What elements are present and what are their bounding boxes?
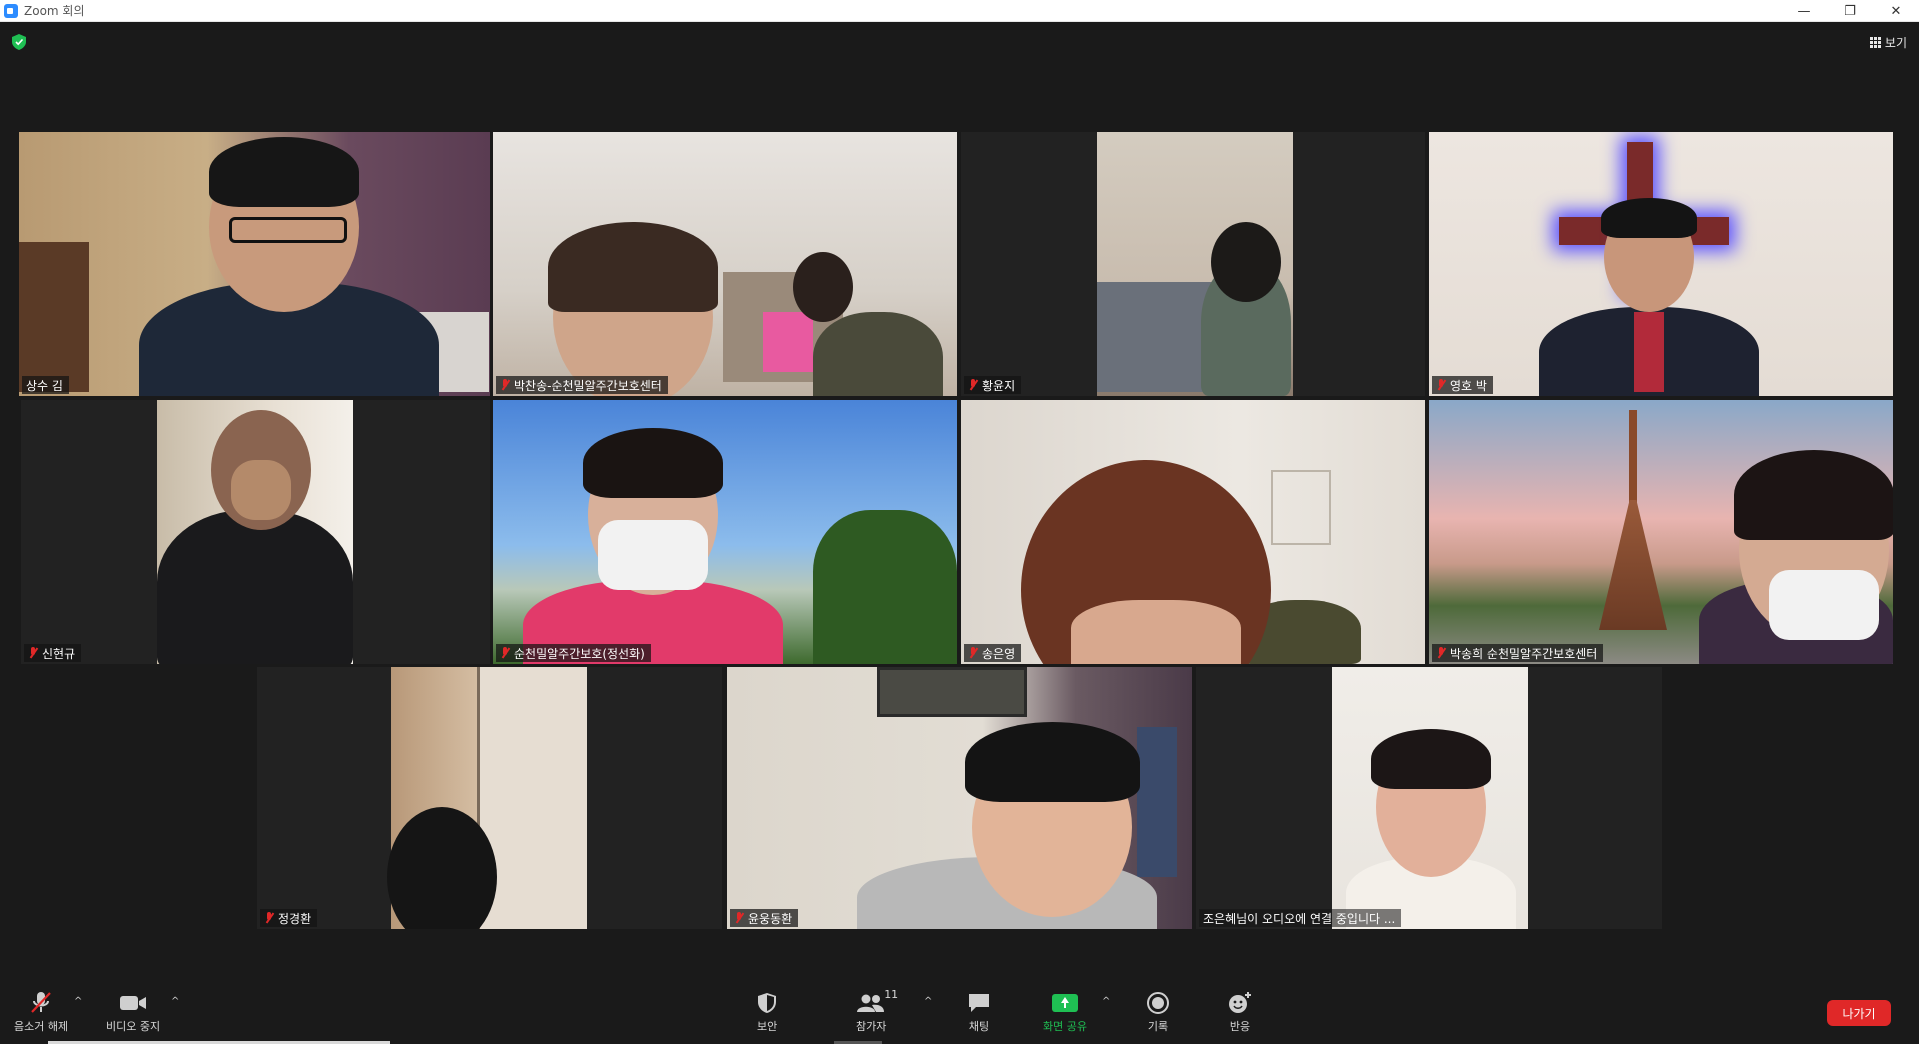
zoom-app-icon: [4, 3, 18, 18]
video-tile-park-chansong[interactable]: 박찬송-순천밀알주간보호센터: [493, 132, 957, 396]
security-shield-icon: [758, 993, 777, 1013]
video-tile-jeong-gyeonghwan[interactable]: 정경환: [257, 667, 722, 929]
share-options-caret-icon[interactable]: ^: [1102, 996, 1110, 1007]
zoom-meeting-window: Zoom 회의 — ❐ ✕ 보기 상수 김 박찬송-순천밀알주간보호센터 황윤지…: [0, 0, 1919, 1044]
video-camera-icon: [120, 996, 147, 1010]
unmute-label: 음소거 해제: [14, 1020, 69, 1033]
video-tile-song-eunyoung[interactable]: 송은영: [961, 400, 1425, 664]
leave-button[interactable]: 나가기: [1827, 1000, 1891, 1026]
share-screen-button[interactable]: 화면 공유: [1043, 990, 1087, 1034]
window-controls: — ❐ ✕: [1781, 0, 1919, 22]
participants-label: 참가자: [856, 1020, 887, 1033]
participant-name-label: 박찬송-순천밀알주간보호센터: [496, 376, 668, 394]
view-label: 보기: [1884, 35, 1907, 50]
unmute-button[interactable]: 음소거 해제: [14, 990, 68, 1034]
muted-mic-icon: [1436, 647, 1446, 659]
participants-count: 11: [884, 988, 899, 1001]
close-button[interactable]: ✕: [1873, 0, 1919, 22]
video-tile-shin-hyungyu[interactable]: 신현규: [21, 400, 490, 664]
reactions-smiley-icon: [1229, 992, 1251, 1013]
muted-mic-icon: [500, 647, 510, 659]
participant-name-label: 송은영: [964, 644, 1022, 662]
title-bar: Zoom 회의 — ❐ ✕: [0, 0, 1919, 22]
minimize-button[interactable]: —: [1781, 0, 1827, 22]
audio-options-caret-icon[interactable]: ^: [74, 996, 82, 1007]
video-options-caret-icon[interactable]: ^: [171, 996, 179, 1007]
reactions-button[interactable]: 반응: [1227, 990, 1253, 1034]
security-label: 보안: [757, 1020, 778, 1033]
participant-name-label: 조은혜님이 오디오에 연결 중입니다 ...: [1199, 909, 1402, 927]
share-screen-icon: [1051, 994, 1078, 1012]
muted-mic-icon: [1436, 379, 1446, 391]
participant-name-label: 순천밀알주간보호(정선화): [496, 644, 651, 662]
participant-name-label: 박송희 순천밀알주간보호센터: [1432, 644, 1604, 662]
meeting-toolbar: 음소거 해제 ^ 비디오 중지 ^ 보안 11 참가자 ^ 채팅 화면 공유 ^…: [0, 978, 1919, 1044]
record-label: 기록: [1147, 1020, 1169, 1033]
chat-label: 채팅: [968, 1020, 990, 1033]
participant-name-label: 정경환: [260, 909, 318, 927]
stop-video-label: 비디오 중지: [106, 1020, 161, 1033]
video-tile-park-songhee[interactable]: 박송희 순천밀알주간보호센터: [1429, 400, 1893, 664]
window-title: Zoom 회의: [24, 4, 85, 18]
muted-mic-icon: [968, 647, 978, 659]
muted-mic-icon: [734, 912, 744, 924]
participants-button[interactable]: 11 참가자: [856, 988, 898, 1034]
participant-name-label: 윤웅동환: [730, 909, 799, 927]
participant-name-label: 황윤지: [964, 376, 1022, 394]
participant-name-label: 영호 박: [1432, 376, 1493, 394]
muted-mic-icon: [28, 647, 38, 659]
muted-mic-icon: [968, 379, 978, 391]
participant-name-label: 상수 김: [22, 376, 69, 394]
stop-video-button[interactable]: 비디오 중지: [106, 990, 160, 1034]
video-tile-jo-eunhye[interactable]: 조은혜님이 오디오에 연결 중입니다 ...: [1196, 667, 1662, 929]
chat-bubble-icon: [969, 994, 989, 1012]
record-icon: [1147, 992, 1169, 1014]
video-tile-yoon-dongwhan[interactable]: 윤웅동환: [727, 667, 1192, 929]
view-button[interactable]: 보기: [1869, 33, 1907, 51]
restore-button[interactable]: ❐: [1827, 0, 1873, 22]
participant-name-label: 신현규: [24, 644, 82, 662]
gallery-grid-icon: [1869, 36, 1881, 48]
video-tile-sangsu-kim[interactable]: 상수 김: [19, 132, 490, 396]
record-button[interactable]: 기록: [1146, 990, 1170, 1034]
chat-button[interactable]: 채팅: [967, 990, 991, 1034]
share-screen-label: 화면 공유: [1043, 1020, 1087, 1033]
muted-mic-icon: [31, 992, 51, 1013]
video-tile-hwang-yunji[interactable]: 황윤지: [961, 132, 1425, 396]
video-tile-youngho-park[interactable]: 영호 박: [1429, 132, 1893, 396]
participants-icon: [857, 994, 885, 1012]
security-button[interactable]: 보안: [757, 990, 777, 1034]
reactions-label: 반응: [1229, 1020, 1251, 1033]
participants-options-caret-icon[interactable]: ^: [924, 996, 932, 1007]
muted-mic-icon: [264, 912, 274, 924]
encryption-shield-icon[interactable]: [12, 34, 26, 50]
video-tile-jeong-seonhwa[interactable]: 순천밀알주간보호(정선화): [493, 400, 957, 664]
muted-mic-icon: [500, 379, 510, 391]
